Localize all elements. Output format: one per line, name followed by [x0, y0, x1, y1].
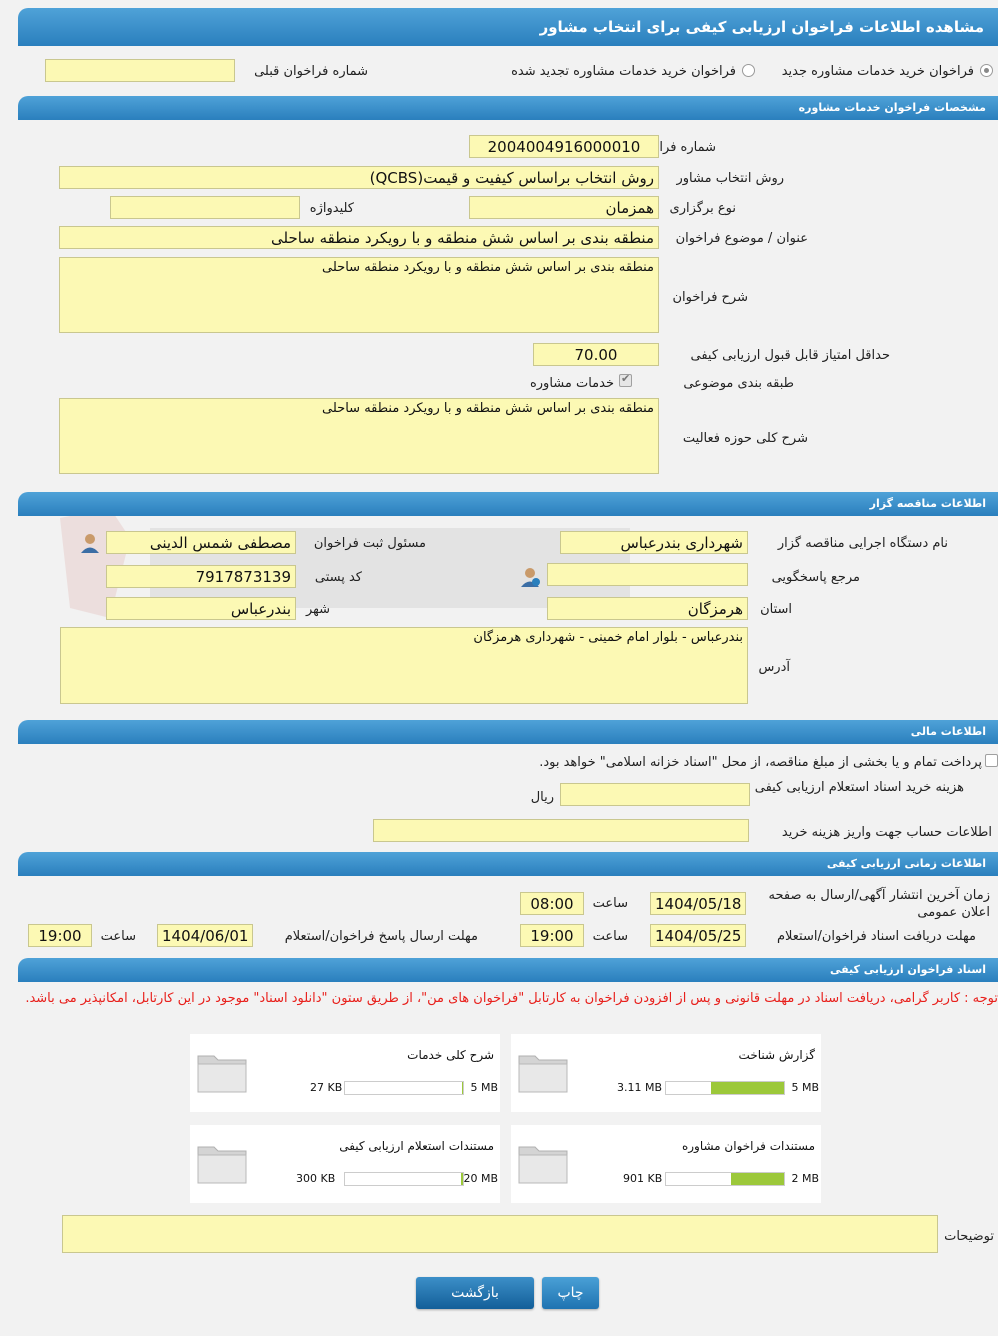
prev-call-field[interactable]	[45, 59, 235, 82]
timing-section-header: اطلاعات زمانی ارزیابی کیفی	[18, 852, 998, 876]
file-progress-fill	[460, 1173, 463, 1185]
method-field[interactable]: روش انتخاب براساس کیفیت و قیمت(QCBS)	[59, 166, 659, 189]
fee-unit: ریال	[530, 790, 554, 805]
file-name: مستندات فراخوان مشاوره	[681, 1139, 815, 1153]
remarks-field[interactable]	[62, 1215, 938, 1253]
file-size: 3.11 MB	[617, 1081, 663, 1094]
receive-label: مهلت دریافت اسناد فراخوان/استعلام	[776, 929, 976, 944]
publish-time-field[interactable]: 08:00	[520, 892, 584, 915]
file-progress-bar	[344, 1172, 464, 1186]
registrar-user-icon[interactable]	[79, 532, 101, 554]
min-score-label: حداقل امتیاز قابل قبول ارزیابی کیفی	[690, 348, 890, 363]
min-score-field[interactable]: 70.00	[533, 343, 659, 366]
file-size: 300 KB	[296, 1172, 336, 1185]
submit-date-field[interactable]: 1404/06/01	[157, 924, 253, 947]
page-title: مشاهده اطلاعات فراخوان ارزیابی کیفی برای…	[18, 8, 998, 46]
folder-icon	[518, 1146, 568, 1184]
province-label: استان	[760, 602, 792, 617]
responder-user-icon[interactable]	[519, 566, 541, 588]
category-checkbox[interactable]	[619, 372, 632, 387]
file-name: شرح کلی خدمات	[407, 1048, 494, 1062]
keyword-label: کلیدواژه	[309, 201, 354, 216]
file-progress-bar	[665, 1172, 785, 1186]
file-name: مستندات استعلام ارزیابی کیفی	[339, 1139, 494, 1153]
subject-field[interactable]: منطقه بندی بر اساس شش منطقه و با رویکرد …	[59, 226, 659, 249]
folder-icon	[197, 1146, 247, 1184]
file-size: 901 KB	[623, 1172, 663, 1185]
registrar-label: مسئول ثبت فراخوان	[313, 536, 426, 551]
publish-time-label: ساعت	[592, 896, 628, 911]
print-button[interactable]: چاپ	[542, 1277, 599, 1309]
file-progress-bar	[665, 1081, 785, 1095]
postal-field[interactable]: 7917873139	[106, 565, 296, 588]
file-card[interactable]: شرح کلی خدمات 5 MB 27 KB	[190, 1034, 500, 1112]
back-button[interactable]: بازگشت	[416, 1277, 534, 1309]
folder-icon	[518, 1055, 568, 1093]
file-max-size: 5 MB	[791, 1081, 819, 1094]
radio-renewed-call[interactable]	[742, 64, 755, 77]
publish-date-field[interactable]: 1404/05/18	[650, 892, 746, 915]
org-field[interactable]: شهرداری بندرعباس	[560, 531, 748, 554]
submit-label: مهلت ارسال پاسخ فراخوان/استعلام	[284, 929, 478, 944]
hold-type-label: نوع برگزاری	[669, 201, 736, 216]
description-label: شرح فراخوان	[672, 290, 749, 305]
file-max-size: 20 MB	[463, 1172, 498, 1185]
registrar-field[interactable]: مصطفی شمس الدینی	[106, 531, 296, 554]
file-card[interactable]: مستندات فراخوان مشاوره 2 MB 901 KB	[511, 1125, 821, 1203]
city-field[interactable]: بندرعباس	[106, 597, 296, 620]
file-card[interactable]: گزارش شناخت 5 MB 3.11 MB	[511, 1034, 821, 1112]
address-field[interactable]: بندرعباس - بلوار امام خمینی - شهرداری هر…	[60, 627, 748, 704]
file-card[interactable]: مستندات استعلام ارزیابی کیفی 20 MB 300 K…	[190, 1125, 500, 1203]
file-name: گزارش شناخت	[738, 1048, 815, 1062]
consultancy-section-header: مشخصات فراخوان خدمات مشاوره	[18, 96, 998, 120]
account-field[interactable]	[373, 819, 749, 842]
city-label: شهر	[305, 602, 330, 617]
postal-label: کد پستی	[314, 570, 362, 585]
documents-section-header: اسناد فراخوان ارزیابی کیفی	[18, 958, 998, 982]
category-option-label: خدمات مشاوره	[529, 376, 614, 391]
file-max-size: 5 MB	[470, 1081, 498, 1094]
file-progress-fill	[730, 1173, 784, 1185]
account-label: اطلاعات حساب جهت واریز هزینه خرید	[781, 825, 992, 840]
org-label: نام دستگاه اجرایی مناقصه گزار	[777, 536, 948, 551]
radio-new-label: فراخوان خرید خدمات مشاوره جدید	[781, 64, 974, 79]
receive-time-label: ساعت	[592, 929, 628, 944]
fee-field[interactable]	[560, 783, 750, 806]
hold-type-field[interactable]: همزمان	[469, 196, 659, 219]
province-field[interactable]: هرمزگان	[547, 597, 748, 620]
treasury-note: پرداخت تمام و یا بخشی از مبلغ مناقصه، از…	[539, 755, 982, 770]
receive-date-field[interactable]: 1404/05/25	[650, 924, 746, 947]
description-field[interactable]: منطقه بندی بر اساس شش منطقه و با رویکرد …	[59, 257, 659, 333]
address-label: آدرس	[758, 660, 790, 675]
subject-label: عنوان / موضوع فراخوان	[675, 231, 808, 246]
treasury-checkbox[interactable]	[985, 754, 998, 767]
submit-time-label: ساعت	[100, 929, 136, 944]
file-progress-fill	[461, 1082, 463, 1094]
file-size: 27 KB	[310, 1081, 343, 1094]
radio-new-call[interactable]	[980, 64, 993, 77]
method-label: روش انتخاب مشاور	[676, 171, 784, 186]
radio-renewed-label: فراخوان خرید خدمات مشاوره تجدید شده	[511, 64, 736, 79]
call-number-field[interactable]: 2004004916000010	[469, 135, 659, 158]
folder-icon	[197, 1055, 247, 1093]
file-max-size: 2 MB	[791, 1172, 819, 1185]
category-label: طبقه بندی موضوعی	[683, 376, 794, 391]
remarks-label: توضیحات	[944, 1229, 994, 1244]
documents-note: توجه : کاربر گرامی، دریافت اسناد در مهلت…	[25, 991, 998, 1006]
responder-field[interactable]	[547, 563, 748, 586]
publish-label: زمان آخرین انتشار آگهی/ارسال به صفحه اعل…	[768, 888, 991, 920]
keyword-field[interactable]	[110, 196, 300, 219]
fee-label: هزینه خرید اسناد استعلام ارزیابی کیفی	[754, 780, 964, 795]
file-progress-bar	[344, 1081, 464, 1095]
submit-time-field[interactable]: 19:00	[28, 924, 92, 947]
scope-label: شرح کلی حوزه فعالیت	[682, 431, 808, 446]
financial-section-header: اطلاعات مالی	[18, 720, 998, 744]
responder-label: مرجع پاسخگویی	[771, 570, 860, 585]
receive-time-field[interactable]: 19:00	[520, 924, 584, 947]
file-progress-fill	[710, 1082, 784, 1094]
scope-field[interactable]: منطقه بندی بر اساس شش منطقه و با رویکرد …	[59, 398, 659, 474]
tenderer-section-header: اطلاعات مناقصه گزار	[18, 492, 998, 516]
prev-call-label: شماره فراخوان قبلی	[254, 64, 368, 79]
